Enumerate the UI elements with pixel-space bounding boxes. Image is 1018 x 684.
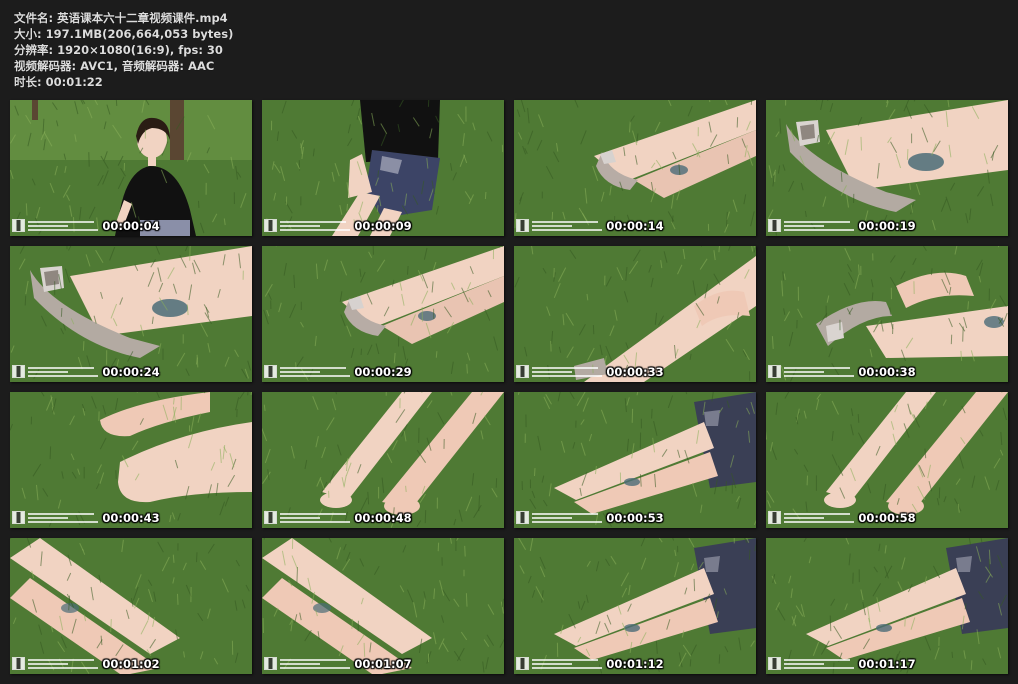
thumbnail-grid: 00:00:04 00:00:09 00:00:14 00:00:19 00:0…	[10, 100, 1008, 676]
video-thumbnail[interactable]: 00:00:29	[262, 246, 504, 382]
thumbnail-frame-image	[10, 392, 252, 528]
video-thumbnail[interactable]: 00:00:33	[514, 246, 756, 382]
file-name-text: 文件名: 英语课本六十二章视频课件.mp4	[14, 11, 228, 25]
video-thumbnail[interactable]: 00:01:17	[766, 538, 1008, 674]
thumbnail-frame-image	[262, 246, 504, 382]
video-thumbnail[interactable]: 00:00:43	[10, 392, 252, 528]
video-thumbnail[interactable]: 00:01:07	[262, 538, 504, 674]
thumbnail-frame-image	[766, 100, 1008, 236]
thumbnail-frame-image	[10, 100, 252, 236]
thumbnail-frame-image	[10, 246, 252, 382]
video-thumbnail[interactable]: 00:00:04	[10, 100, 252, 236]
file-size-text: 大小: 197.1MB(206,664,053 bytes)	[14, 27, 234, 41]
video-thumbnail[interactable]: 00:00:14	[514, 100, 756, 236]
thumbnail-frame-image	[514, 392, 756, 528]
video-thumbnail[interactable]: 00:00:19	[766, 100, 1008, 236]
resolution-text: 分辨率: 1920×1080(16:9), fps: 30	[14, 43, 223, 57]
thumbnail-frame-image	[766, 246, 1008, 382]
file-info-panel: 文件名: 英语课本六十二章视频课件.mp4 大小: 197.1MB(206,66…	[14, 10, 233, 90]
video-thumbnail[interactable]: 00:01:12	[514, 538, 756, 674]
thumbnail-frame-image	[766, 392, 1008, 528]
video-thumbnail[interactable]: 00:00:09	[262, 100, 504, 236]
video-thumbnail[interactable]: 00:00:38	[766, 246, 1008, 382]
video-thumbnail[interactable]: 00:00:53	[514, 392, 756, 528]
video-thumbnail[interactable]: 00:00:24	[10, 246, 252, 382]
thumbnail-frame-image	[514, 246, 756, 382]
thumbnail-frame-image	[262, 538, 504, 674]
duration-text: 时长: 00:01:22	[14, 75, 103, 89]
thumbnail-frame-image	[514, 100, 756, 236]
codec-text: 视频解码器: AVC1, 音频解码器: AAC	[14, 59, 215, 73]
video-thumbnail[interactable]: 00:00:48	[262, 392, 504, 528]
thumbnail-frame-image	[262, 392, 504, 528]
thumbnail-frame-image	[10, 538, 252, 674]
thumbnail-frame-image	[514, 538, 756, 674]
video-thumbnail[interactable]: 00:01:02	[10, 538, 252, 674]
thumbnail-frame-image	[766, 538, 1008, 674]
thumbnail-frame-image	[262, 100, 504, 236]
video-thumbnail[interactable]: 00:00:58	[766, 392, 1008, 528]
